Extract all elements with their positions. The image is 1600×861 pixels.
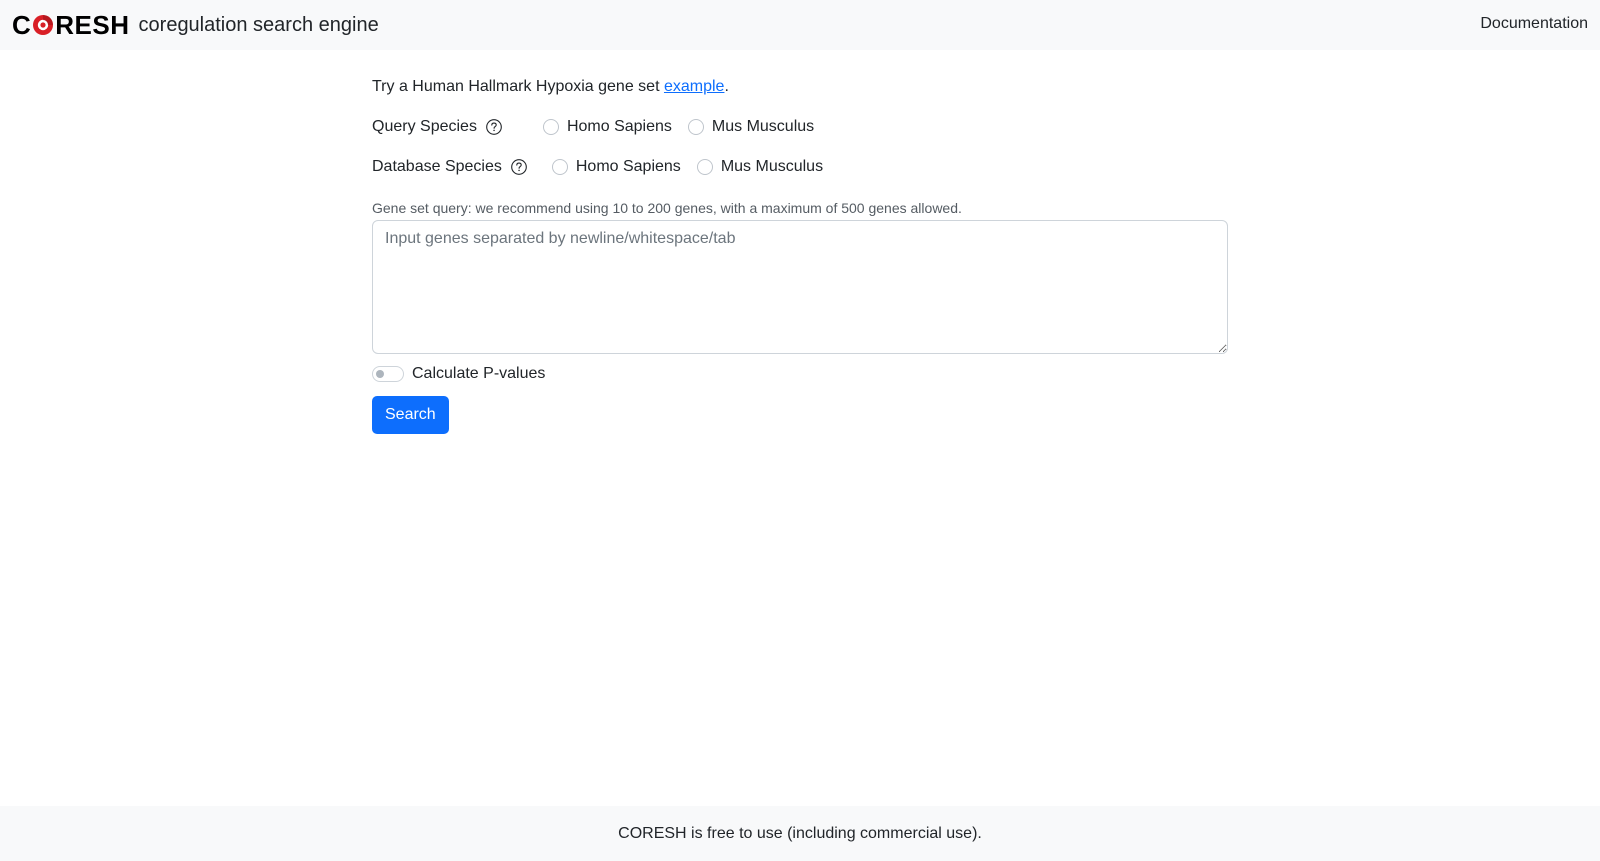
coresh-logo: C RESH <box>12 10 130 40</box>
query-species-row: Query Species Homo Sapiens Mus Musculus <box>372 117 830 137</box>
footer-text: CORESH is free to use (including commerc… <box>618 825 982 842</box>
documentation-link[interactable]: Documentation <box>1480 14 1588 34</box>
pvalue-toggle-knob <box>376 370 384 378</box>
database-homo-sapiens-radio[interactable] <box>551 159 568 175</box>
footer: CORESH is free to use (including commerc… <box>0 806 1600 861</box>
logo-text-start: C <box>12 10 32 40</box>
database-species-label: Database Species <box>372 158 502 175</box>
example-prefix-text: Try a Human Hallmark Hypoxia gene set <box>372 78 660 95</box>
query-homo-sapiens-radio[interactable] <box>542 119 559 135</box>
example-suffix-text: . <box>724 78 729 95</box>
database-homo-sapiens-label[interactable]: Homo Sapiens <box>576 157 681 177</box>
pvalue-toggle[interactable] <box>372 366 404 382</box>
brand-link[interactable]: C RESH coregulation search engine <box>12 10 379 40</box>
query-mus-musculus-label[interactable]: Mus Musculus <box>712 117 814 137</box>
navbar: C RESH coregulation search engine Docume… <box>0 0 1600 50</box>
database-mus-musculus-label[interactable]: Mus Musculus <box>721 157 823 177</box>
query-species-label: Query Species <box>372 118 477 135</box>
database-species-options: Homo Sapiens Mus Musculus <box>551 157 839 177</box>
query-homo-sapiens-label[interactable]: Homo Sapiens <box>567 117 672 137</box>
gene-set-textarea[interactable] <box>372 220 1228 354</box>
search-button[interactable]: Search <box>372 396 449 434</box>
site-tagline: coregulation search engine <box>138 14 379 36</box>
database-mus-musculus-radio[interactable] <box>696 159 713 175</box>
logo-text-end: RESH <box>55 10 130 40</box>
database-species-row: Database Species Homo Sapiens Mus Muscul… <box>372 157 839 177</box>
database-species-help-icon[interactable] <box>510 158 528 176</box>
gene-set-hint: Gene set query: we recommend using 10 to… <box>372 200 962 216</box>
query-species-options: Homo Sapiens Mus Musculus <box>542 117 830 137</box>
example-link[interactable]: example <box>664 78 724 95</box>
query-mus-musculus-radio[interactable] <box>687 119 704 135</box>
example-row: Try a Human Hallmark Hypoxia gene set ex… <box>372 77 729 97</box>
pvalue-label[interactable]: Calculate P-values <box>412 364 545 384</box>
pvalue-switch-row: Calculate P-values <box>372 364 545 384</box>
query-species-help-icon[interactable] <box>485 118 503 136</box>
logo-o-icon <box>32 14 54 36</box>
